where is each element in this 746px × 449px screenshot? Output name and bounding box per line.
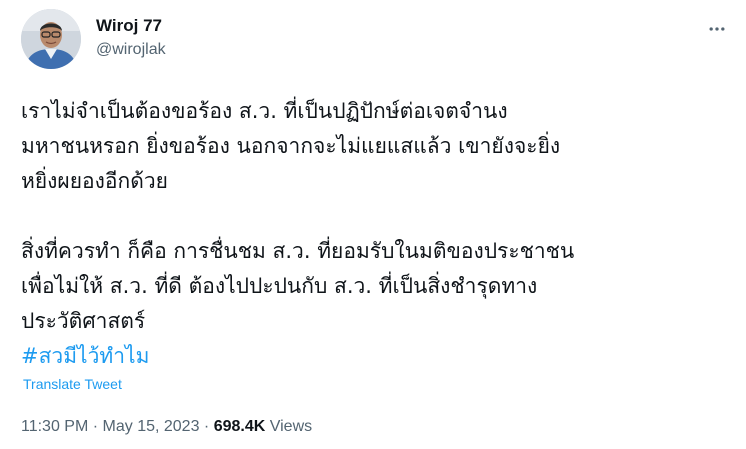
more-horizontal-icon — [709, 27, 725, 31]
views-label: Views — [265, 418, 313, 435]
more-options-button[interactable] — [701, 13, 733, 45]
author-name[interactable]: Wiroj 77 — [96, 16, 162, 36]
hashtag-link[interactable]: #สวมีไว้ทำไม — [21, 339, 731, 374]
meta-separator: · — [199, 418, 214, 435]
profile-photo-icon — [21, 9, 81, 69]
tweet-text: เราไม่จำเป็นต้องขอร้อง ส.ว. ที่เป็นปฏิปั… — [21, 94, 731, 374]
tweet-line: ประวัติศาสตร์ — [21, 309, 146, 333]
author-handle[interactable]: @wirojlak — [96, 41, 166, 59]
tweet-date[interactable]: May 15, 2023 — [103, 418, 200, 435]
tweet-card: Wiroj 77 @wirojlak เราไม่จำเป็นต้องขอร้อ… — [0, 0, 746, 449]
avatar[interactable] — [21, 9, 81, 69]
tweet-line: เราไม่จำเป็นต้องขอร้อง ส.ว. ที่เป็นปฏิปั… — [21, 99, 508, 123]
views-count: 698.4K — [213, 418, 266, 435]
translate-tweet-link[interactable]: Translate Tweet — [23, 376, 122, 392]
tweet-meta: 11:30 PM · May 15, 2023 · 698.4K Views — [21, 418, 312, 436]
meta-separator: · — [88, 418, 103, 435]
tweet-line: สิ่งที่ควรทำ ก็คือ การชื่นชม ส.ว. ที่ยอม… — [21, 239, 575, 263]
tweet-time[interactable]: 11:30 PM — [21, 418, 88, 435]
tweet-line: มหาชนหรอก ยิ่งขอร้อง นอกจากจะไม่แยแสแล้ว… — [21, 134, 561, 158]
tweet-line: หยิ่งผยองอีกด้วย — [21, 169, 168, 193]
tweet-line: เพื่อไม่ให้ ส.ว. ที่ดี ต้องไปปะปนกับ ส.ว… — [21, 274, 538, 298]
